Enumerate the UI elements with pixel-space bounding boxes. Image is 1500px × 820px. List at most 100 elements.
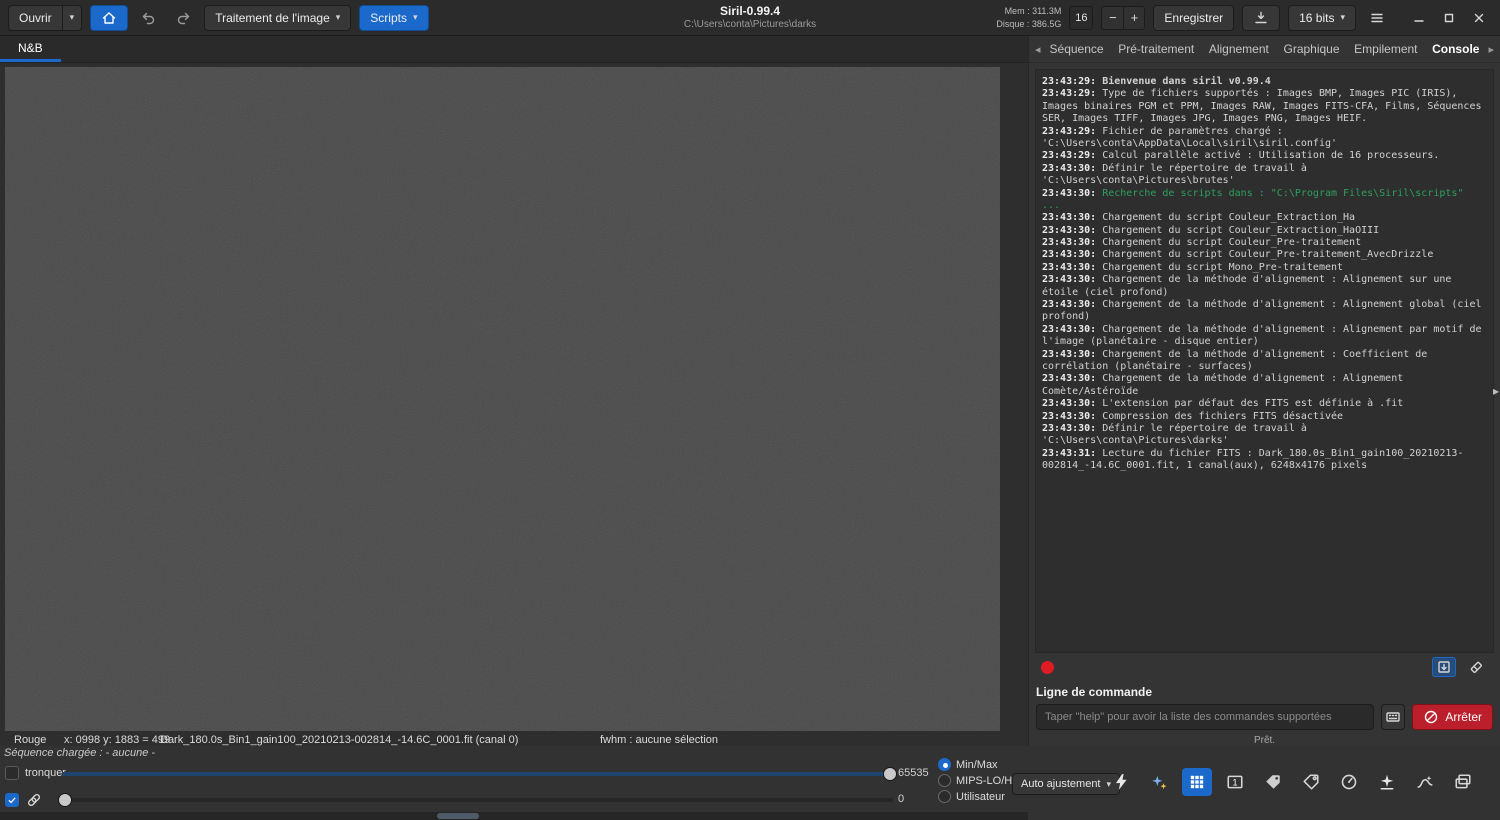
scripts-menu-button[interactable]: Scripts ▾ bbox=[359, 5, 428, 31]
save-button[interactable]: Enregistrer bbox=[1153, 5, 1234, 31]
radio-icon bbox=[938, 758, 951, 771]
caret-down-icon: ▾ bbox=[70, 13, 75, 22]
high-threshold-slider[interactable] bbox=[62, 767, 893, 781]
increase-button[interactable]: + bbox=[1123, 6, 1145, 30]
redo-button[interactable] bbox=[170, 5, 196, 31]
tab-stacking[interactable]: Empilement bbox=[1348, 36, 1423, 62]
header-bar: Ouvrir ▾ Traitement de l'image ▾ Scripts… bbox=[0, 0, 1500, 36]
home-button[interactable] bbox=[90, 5, 128, 31]
low-threshold-value: 0 bbox=[898, 793, 904, 805]
chain-link-icon bbox=[26, 792, 42, 808]
save-as-button[interactable] bbox=[1242, 5, 1280, 31]
console-line: 23:43:29: Fichier de paramètres chargé :… bbox=[1042, 126, 1487, 151]
console-line: 23:43:30: Chargement du script Couleur_P… bbox=[1042, 237, 1487, 249]
tab-console[interactable]: Console bbox=[1426, 36, 1485, 62]
annotation-tag-button[interactable] bbox=[1258, 768, 1288, 796]
star-detection-button[interactable] bbox=[1372, 768, 1402, 796]
console-line: 23:43:31: Lecture du fichier FITS : Dark… bbox=[1042, 448, 1487, 473]
command-input[interactable] bbox=[1036, 704, 1374, 730]
tab-pretreatment[interactable]: Pré-traitement bbox=[1112, 36, 1200, 62]
stop-button[interactable]: Arrêter bbox=[1412, 704, 1493, 730]
clear-console-button[interactable] bbox=[1464, 657, 1488, 677]
image-processing-menu-button[interactable]: Traitement de l'image ▾ bbox=[204, 5, 351, 31]
image-processing-label: Traitement de l'image bbox=[215, 11, 330, 25]
panel-tab-bar: ◂ Séquence Pré-traitement Alignement Gra… bbox=[1029, 36, 1500, 63]
display-controls-bar: Séquence chargée : - aucune - tronquer 6… bbox=[0, 746, 1500, 812]
tabs-scroll-left-icon[interactable]: ◂ bbox=[1032, 43, 1044, 56]
truncate-checkbox[interactable] bbox=[5, 766, 19, 780]
console-line: 23:43:30: Définir le répertoire de trava… bbox=[1042, 163, 1487, 188]
redo-icon bbox=[175, 10, 191, 26]
console-line: 23:43:30: Chargement du script Couleur_E… bbox=[1042, 212, 1487, 224]
fwhm-label: fwhm : aucune sélection bbox=[600, 734, 718, 746]
single-frame-icon: 1 bbox=[1226, 773, 1244, 791]
command-popup-button[interactable] bbox=[1381, 704, 1405, 730]
tab-registration[interactable]: Alignement bbox=[1203, 36, 1275, 62]
console-line: 23:43:30: Chargement du script Mono_Pre-… bbox=[1042, 262, 1487, 274]
grid-icon bbox=[1188, 773, 1206, 791]
tab-plot[interactable]: Graphique bbox=[1277, 36, 1345, 62]
cursor-coordinates: x: 0998 y: 1883 = 499 bbox=[64, 734, 170, 746]
memory-usage: Mem : 311.3M bbox=[996, 5, 1061, 17]
thread-count-value[interactable]: 16 bbox=[1069, 6, 1093, 30]
bit-depth-dropdown[interactable]: 16 bits ▾ bbox=[1288, 5, 1356, 31]
auto-adjust-dropdown[interactable]: Auto ajustement ▾ bbox=[1012, 773, 1120, 795]
open-dropdown-button[interactable]: ▾ bbox=[62, 5, 83, 31]
console-footer bbox=[1029, 653, 1500, 681]
console-line: 23:43:30: Recherche de scripts dans : "C… bbox=[1042, 188, 1487, 213]
high-slider-handle[interactable] bbox=[883, 767, 897, 781]
mode-radio-user[interactable]: Utilisateur bbox=[938, 790, 1005, 803]
tab-sequence[interactable]: Séquence bbox=[1044, 36, 1110, 62]
keyboard-icon bbox=[1385, 709, 1401, 725]
low-threshold-slider[interactable] bbox=[62, 793, 893, 807]
link-checkbox[interactable] bbox=[5, 793, 19, 807]
horizontal-scrollbar[interactable] bbox=[0, 812, 1028, 820]
console-line: 23:43:30: Chargement de la méthode d'ali… bbox=[1042, 373, 1487, 398]
annotation-tag-outline-button[interactable] bbox=[1296, 768, 1326, 796]
maximize-button[interactable] bbox=[1436, 5, 1462, 31]
scroll-lock-icon bbox=[1436, 659, 1452, 675]
hamburger-icon bbox=[1369, 10, 1385, 26]
check-icon bbox=[7, 795, 17, 805]
decrease-button[interactable]: − bbox=[1101, 6, 1123, 30]
tabs-scroll-right-icon[interactable]: ▸ bbox=[1485, 43, 1497, 56]
autoscroll-toggle-button[interactable] bbox=[1432, 657, 1456, 677]
tag-icon bbox=[1264, 773, 1282, 791]
console-line: 23:43:30: L'extension par défaut des FIT… bbox=[1042, 398, 1487, 410]
viewer-tab-bar: N&B bbox=[0, 36, 1028, 63]
slider-track bbox=[62, 798, 893, 802]
gauge-icon bbox=[1340, 773, 1358, 791]
console-line: 23:43:29: Type de fichiers supportés : I… bbox=[1042, 88, 1487, 125]
photometry-button[interactable] bbox=[1410, 768, 1440, 796]
orientation-button[interactable] bbox=[1334, 768, 1364, 796]
stop-label: Arrêter bbox=[1445, 710, 1482, 724]
minimize-button[interactable] bbox=[1406, 5, 1432, 31]
truncate-label: tronquer bbox=[25, 767, 66, 779]
console-line: 23:43:29: Calcul parallèle activé : Util… bbox=[1042, 150, 1487, 162]
working-directory: C:\Users\conta\Pictures\darks bbox=[684, 19, 816, 32]
open-button[interactable]: Ouvrir bbox=[8, 5, 62, 31]
command-row: Arrêter bbox=[1029, 704, 1500, 730]
grid-view-button[interactable] bbox=[1182, 768, 1212, 796]
console-log[interactable]: 23:43:29: Bienvenue dans siril v0.99.423… bbox=[1035, 69, 1494, 653]
image-list-button[interactable] bbox=[1448, 768, 1478, 796]
image-stack-icon bbox=[1454, 773, 1472, 791]
undo-button[interactable] bbox=[136, 5, 162, 31]
quick-stretch-button[interactable] bbox=[1106, 768, 1136, 796]
console-line: 23:43:30: Chargement de la méthode d'ali… bbox=[1042, 299, 1487, 324]
current-file-label: Dark_180.0s_Bin1_gain100_20210213-002814… bbox=[160, 734, 518, 746]
scrollbar-thumb[interactable] bbox=[437, 813, 479, 819]
close-button[interactable] bbox=[1466, 5, 1492, 31]
star-view-button[interactable] bbox=[1144, 768, 1174, 796]
mode-radio-minmax[interactable]: Min/Max bbox=[938, 758, 998, 771]
mode-radio-mips[interactable]: MIPS-LO/HI bbox=[938, 774, 1015, 787]
image-canvas[interactable] bbox=[5, 67, 1000, 731]
single-frame-button[interactable]: 1 bbox=[1220, 768, 1250, 796]
ready-status: Prêt. bbox=[1029, 735, 1500, 746]
tab-monochrome[interactable]: N&B bbox=[0, 36, 61, 62]
menu-button[interactable] bbox=[1364, 5, 1390, 31]
console-line: 23:43:30: Chargement de la méthode d'ali… bbox=[1042, 274, 1487, 299]
low-slider-handle[interactable] bbox=[58, 793, 72, 807]
link-thresholds-button[interactable] bbox=[25, 792, 43, 808]
panel-expander-icon[interactable]: ▸ bbox=[1493, 384, 1499, 398]
